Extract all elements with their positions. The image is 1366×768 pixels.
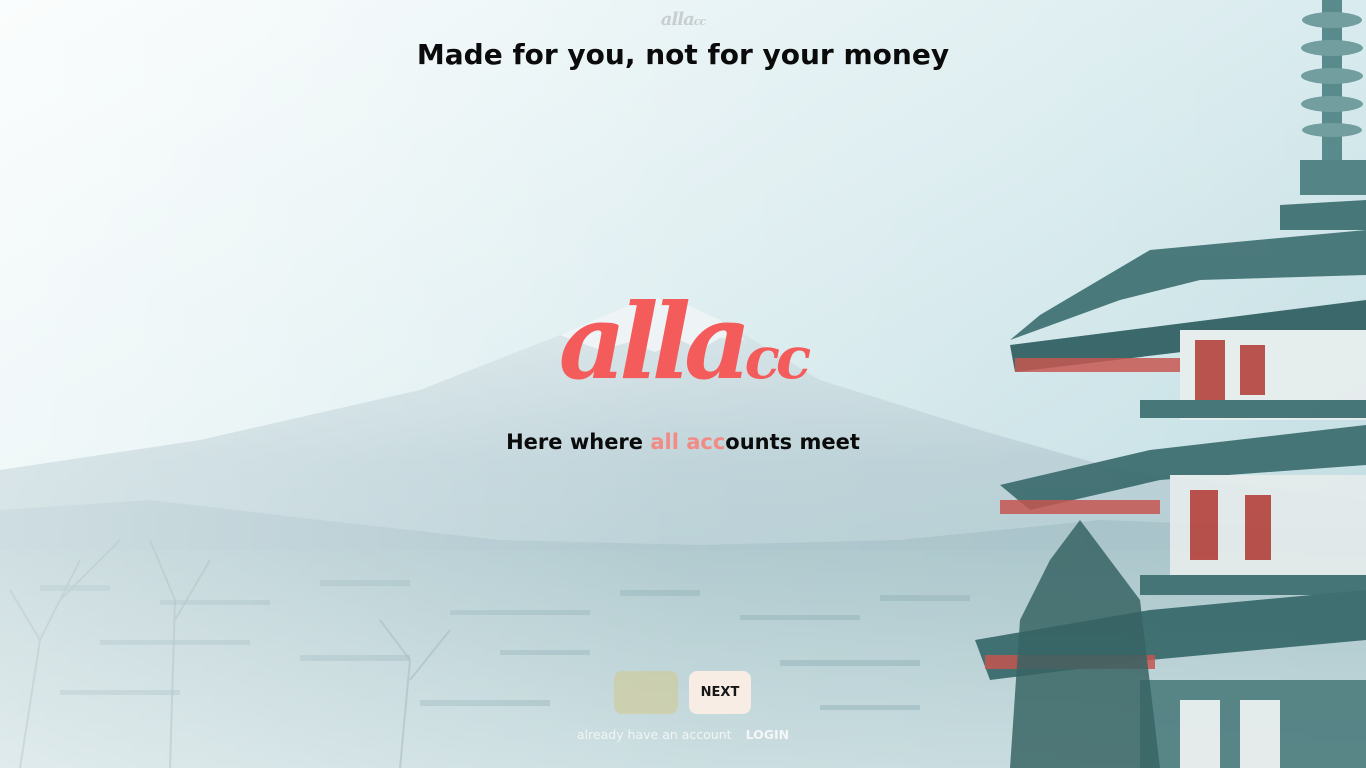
- previous-button[interactable]: [614, 671, 678, 714]
- next-button[interactable]: NEXT: [689, 671, 751, 714]
- tagline-accent: all acc: [650, 430, 726, 454]
- page-headline: Made for you, not for your money: [416, 38, 950, 71]
- tagline-end: ounts meet: [725, 430, 860, 454]
- header-logo-text: alla: [660, 9, 695, 30]
- login-prompt: already have an account LOGIN: [0, 727, 1366, 742]
- login-hint: already have an account: [576, 727, 732, 742]
- brand-logo-suffix: cc: [744, 324, 812, 392]
- header-logo: allacc: [0, 9, 1366, 30]
- brand-logo-text: alla: [558, 280, 752, 403]
- tagline: Here where all accounts meet: [0, 427, 1366, 457]
- login-link[interactable]: LOGIN: [746, 727, 790, 742]
- tagline-start: Here where: [506, 430, 651, 454]
- header-logo-suffix: cc: [693, 15, 706, 28]
- brand-logo: allacc: [533, 290, 833, 400]
